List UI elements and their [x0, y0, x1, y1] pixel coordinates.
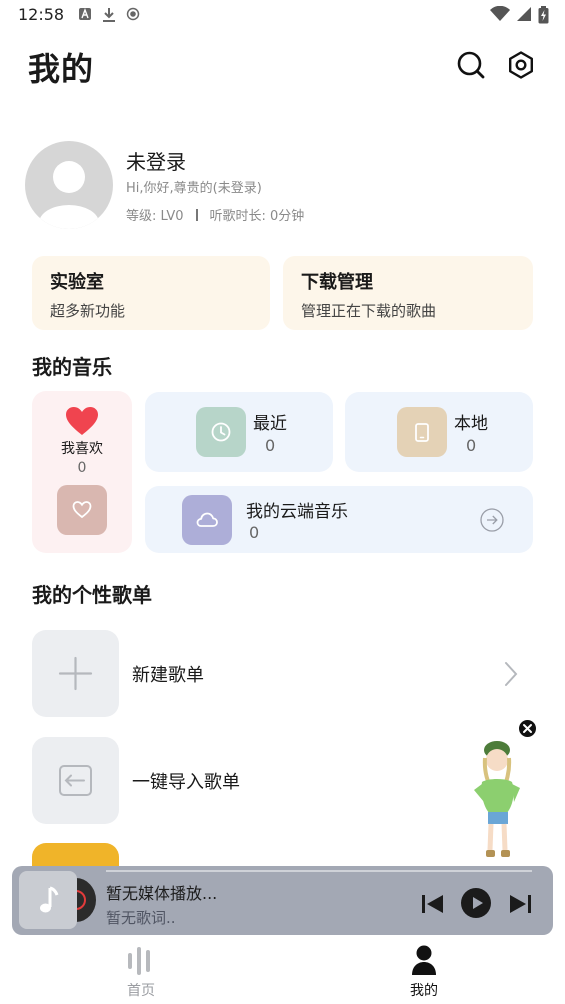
music-note-icon — [40, 886, 59, 913]
download-manager-subtitle: 管理正在下载的歌曲 — [301, 302, 437, 320]
settings-button[interactable] — [506, 50, 536, 80]
a-notification-icon — [79, 8, 91, 20]
player-lyric: 暂无歌词.. — [106, 909, 176, 927]
import-playlist-thumb[interactable] — [32, 737, 119, 824]
home-waveform-icon — [128, 947, 150, 975]
import-playlist-label[interactable]: 一键导入歌单 — [132, 768, 240, 794]
wifi-icon — [490, 6, 510, 21]
plus-icon — [58, 656, 93, 691]
user-name[interactable]: 未登录 — [126, 146, 186, 175]
heart-icon — [66, 407, 98, 435]
new-playlist-label[interactable]: 新建歌单 — [132, 661, 204, 687]
listen-time: 听歌时长: 0分钟 — [209, 209, 305, 224]
new-playlist-thumb[interactable] — [32, 630, 119, 717]
avatar[interactable] — [25, 141, 113, 229]
arrow-right-circle-icon[interactable] — [480, 508, 504, 532]
user-greeting: Hi,你好,尊贵的(未登录) — [126, 181, 262, 196]
cloud-music-cover — [182, 495, 232, 545]
status-notifications — [78, 7, 140, 23]
person-icon — [412, 945, 436, 975]
lab-card[interactable]: 实验室 超多新功能 — [32, 256, 270, 330]
play-button-icon[interactable] — [460, 887, 492, 919]
page-title: 我的 — [28, 50, 95, 88]
nav-home-label: 首页 — [127, 983, 155, 999]
search-button[interactable] — [456, 50, 486, 80]
mascot-character-icon[interactable] — [466, 738, 526, 864]
previous-track-icon[interactable] — [420, 892, 446, 916]
heart-outline-icon — [72, 501, 92, 519]
lab-subtitle: 超多新功能 — [50, 302, 126, 320]
search-icon — [457, 51, 485, 79]
chevron-right-icon[interactable] — [500, 660, 520, 688]
status-bar: 12:58 — [0, 0, 565, 30]
player-track-title: 暂无媒体播放... — [106, 884, 218, 903]
nav-mine-label: 我的 — [410, 983, 438, 999]
recent-cover — [196, 407, 246, 457]
record-icon — [126, 7, 140, 21]
playlists-title: 我的个性歌单 — [32, 583, 152, 607]
user-level: 等级: LV0 — [126, 209, 184, 224]
phone-icon — [415, 423, 429, 442]
meta-divider — [195, 208, 198, 221]
nav-home[interactable]: 首页 — [111, 944, 171, 1002]
player-album-art[interactable] — [19, 871, 77, 929]
recent-label: 最近 — [253, 414, 287, 434]
cloud-icon — [196, 512, 218, 527]
battery-charging-icon — [538, 6, 549, 24]
liked-songs-cover — [57, 485, 107, 535]
signal-icon — [517, 7, 531, 21]
mascot-close-button[interactable] — [517, 718, 538, 739]
lab-title: 实验室 — [50, 272, 104, 293]
cloud-music-count: 0 — [249, 523, 260, 542]
player-progress-bar[interactable] — [106, 870, 532, 872]
local-count: 0 — [466, 436, 477, 455]
default-avatar-icon — [39, 161, 99, 229]
cloud-music-label: 我的云端音乐 — [246, 502, 348, 522]
my-music-title: 我的音乐 — [32, 355, 112, 379]
download-manager-title: 下载管理 — [301, 272, 373, 293]
settings-icon — [509, 51, 533, 79]
next-track-icon[interactable] — [507, 892, 533, 916]
liked-songs-count: 0 — [77, 460, 87, 476]
nav-mine[interactable]: 我的 — [394, 944, 454, 1002]
import-icon — [59, 765, 92, 796]
download-icon — [103, 8, 115, 22]
status-system-icons — [490, 6, 549, 24]
download-manager-card[interactable]: 下载管理 管理正在下载的歌曲 — [283, 256, 533, 330]
clock-icon — [211, 422, 231, 442]
status-time: 12:58 — [18, 5, 65, 24]
user-meta: 等级: LV0 听歌时长: 0分钟 — [126, 205, 304, 224]
local-cover — [397, 407, 447, 457]
liked-songs-label: 我喜欢 — [61, 441, 103, 457]
local-label: 本地 — [454, 414, 488, 434]
close-icon — [523, 724, 532, 733]
recent-count: 0 — [265, 436, 276, 455]
